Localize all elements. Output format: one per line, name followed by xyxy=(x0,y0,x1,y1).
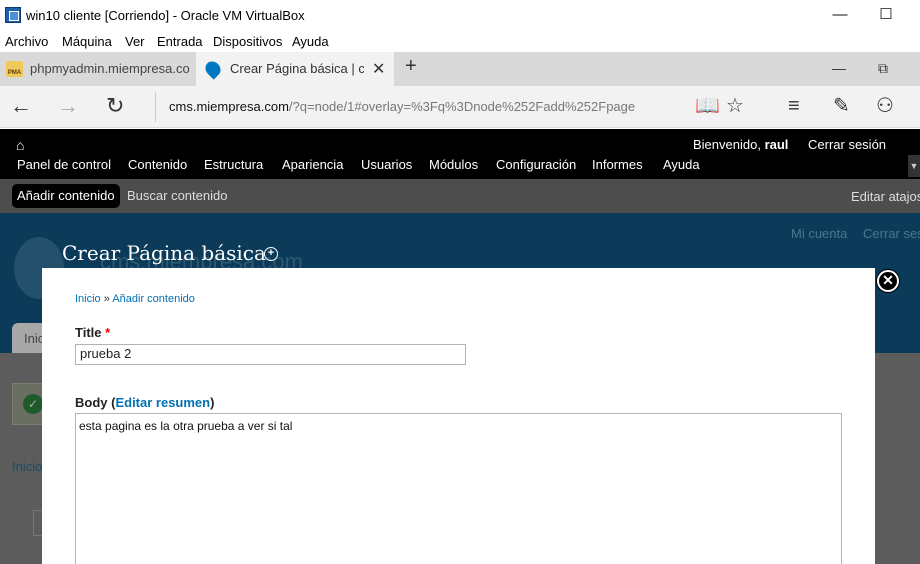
tab-crear-pagina[interactable]: Crear Página básica | cms ✕ xyxy=(196,52,394,86)
background-tab: Inic xyxy=(12,323,46,353)
back-icon[interactable]: ← xyxy=(10,94,32,118)
url-path: /?q=node/1#overlay=%3Fq%3Dnode%252Fadd%2… xyxy=(288,99,636,114)
web-note-icon[interactable]: ✎ xyxy=(833,94,850,118)
new-tab-button[interactable]: + xyxy=(405,55,417,78)
add-shortcut-icon[interactable]: + xyxy=(264,247,278,261)
phpmyadmin-icon: PMA xyxy=(6,61,23,77)
forward-icon[interactable]: → xyxy=(57,94,79,118)
breadcrumb: Inicio » Añadir contenido xyxy=(75,293,195,305)
menu-estructura[interactable]: Estructura xyxy=(204,157,263,172)
browser-restore-button[interactable]: ⧉ xyxy=(878,60,888,77)
check-icon: ✓ xyxy=(23,394,43,414)
tab-phpmyadmin[interactable]: PMA phpmyadmin.miempresa.com xyxy=(0,52,196,86)
body-label: Body (Editar resumen) xyxy=(75,395,214,410)
address-bar-row: ← → ↻ cms.miempresa.com/?q=node/1#overla… xyxy=(0,86,920,128)
logout-link[interactable]: Cerrar sesión xyxy=(808,137,886,152)
menu-panel-de-control[interactable]: Panel de control xyxy=(17,157,111,172)
menu-usuarios[interactable]: Usuarios xyxy=(361,157,412,172)
menu-dispositivos[interactable]: Dispositivos xyxy=(213,34,282,49)
menu-apariencia[interactable]: Apariencia xyxy=(282,157,343,172)
welcome-text: Bienvenido, xyxy=(693,137,761,152)
menu-configuracion[interactable]: Configuración xyxy=(496,157,576,172)
menu-archivo[interactable]: Archivo xyxy=(5,34,48,49)
drupal-icon xyxy=(202,58,224,80)
close-tab-icon[interactable]: ✕ xyxy=(372,59,385,79)
overlay-page-title: Crear Página básica xyxy=(62,241,266,265)
menu-modulos[interactable]: Módulos xyxy=(429,157,478,172)
title-input[interactable]: prueba 2 xyxy=(75,344,466,365)
title-label-text: Title xyxy=(75,325,102,340)
url-field[interactable]: cms.miempresa.com/?q=node/1#overlay=%3Fq… xyxy=(155,92,755,122)
required-mark: * xyxy=(105,325,111,340)
menu-ayuda-drupal[interactable]: Ayuda xyxy=(663,157,700,172)
maximize-button[interactable]: ☐ xyxy=(876,6,896,26)
hub-icon[interactable]: ≡ xyxy=(788,94,800,118)
browser-minimize-button[interactable]: — xyxy=(832,60,846,76)
close-overlay-icon[interactable]: ✕ xyxy=(877,270,899,292)
breadcrumb-add-content-link[interactable]: Añadir contenido xyxy=(112,293,195,305)
refresh-icon[interactable]: ↻ xyxy=(106,94,124,118)
shortcut-find-content[interactable]: Buscar contenido xyxy=(122,184,232,208)
menu-ayuda[interactable]: Ayuda xyxy=(292,34,329,49)
shortcut-add-content[interactable]: Añadir contenido xyxy=(12,184,120,208)
share-icon[interactable]: ⚇ xyxy=(876,94,894,118)
edit-summary-link[interactable]: Editar resumen xyxy=(115,395,210,410)
vm-window-title: win10 cliente [Corriendo] - Oracle VM Vi… xyxy=(26,8,305,23)
menu-informes[interactable]: Informes xyxy=(592,157,643,172)
tab-label: Crear Página básica | cms xyxy=(230,61,364,76)
menu-contenido[interactable]: Contenido xyxy=(128,157,187,172)
my-account-link: Mi cuenta xyxy=(791,226,848,241)
vm-title-bar: win10 cliente [Corriendo] - Oracle VM Vi… xyxy=(0,0,920,31)
tab-label: phpmyadmin.miempresa.com xyxy=(30,61,190,76)
vm-menu-bar: Archivo Máquina Ver Entrada Dispositivos… xyxy=(0,31,920,52)
reading-view-icon[interactable]: 📖 xyxy=(695,94,720,118)
background-breadcrumb: Inicio xyxy=(12,459,43,474)
browser-tab-strip: PMA phpmyadmin.miempresa.com Crear Págin… xyxy=(0,52,920,86)
body-textarea[interactable]: esta pagina es la otra prueba a ver si t… xyxy=(75,413,842,564)
status-message: ✓ xyxy=(12,383,46,425)
virtualbox-icon xyxy=(5,7,21,23)
site-logout-link: Cerrar sesión xyxy=(863,226,920,241)
favorite-star-icon[interactable]: ☆ xyxy=(726,94,744,118)
url-text: cms.miempresa.com/?q=node/1#overlay=%3Fq… xyxy=(169,99,635,114)
url-domain: cms.miempresa.com xyxy=(169,99,289,114)
title-label: Title * xyxy=(75,325,110,340)
welcome-message: Bienvenido, raul xyxy=(693,137,788,152)
menu-ver[interactable]: Ver xyxy=(125,34,145,49)
body-label-text: Body xyxy=(75,395,108,410)
edit-shortcuts-link[interactable]: Editar atajos xyxy=(851,189,920,204)
breadcrumb-separator: » xyxy=(100,293,113,305)
username-link[interactable]: raul xyxy=(765,137,789,152)
home-icon[interactable]: ⌂ xyxy=(16,137,24,153)
body-label-close: ) xyxy=(210,395,215,410)
menu-entrada[interactable]: Entrada xyxy=(157,34,203,49)
breadcrumb-home-link[interactable]: Inicio xyxy=(75,293,101,305)
menu-maquina[interactable]: Máquina xyxy=(62,34,112,49)
minimize-button[interactable]: — xyxy=(830,6,850,26)
toolbar-toggle-icon[interactable]: ▼ xyxy=(908,155,920,177)
